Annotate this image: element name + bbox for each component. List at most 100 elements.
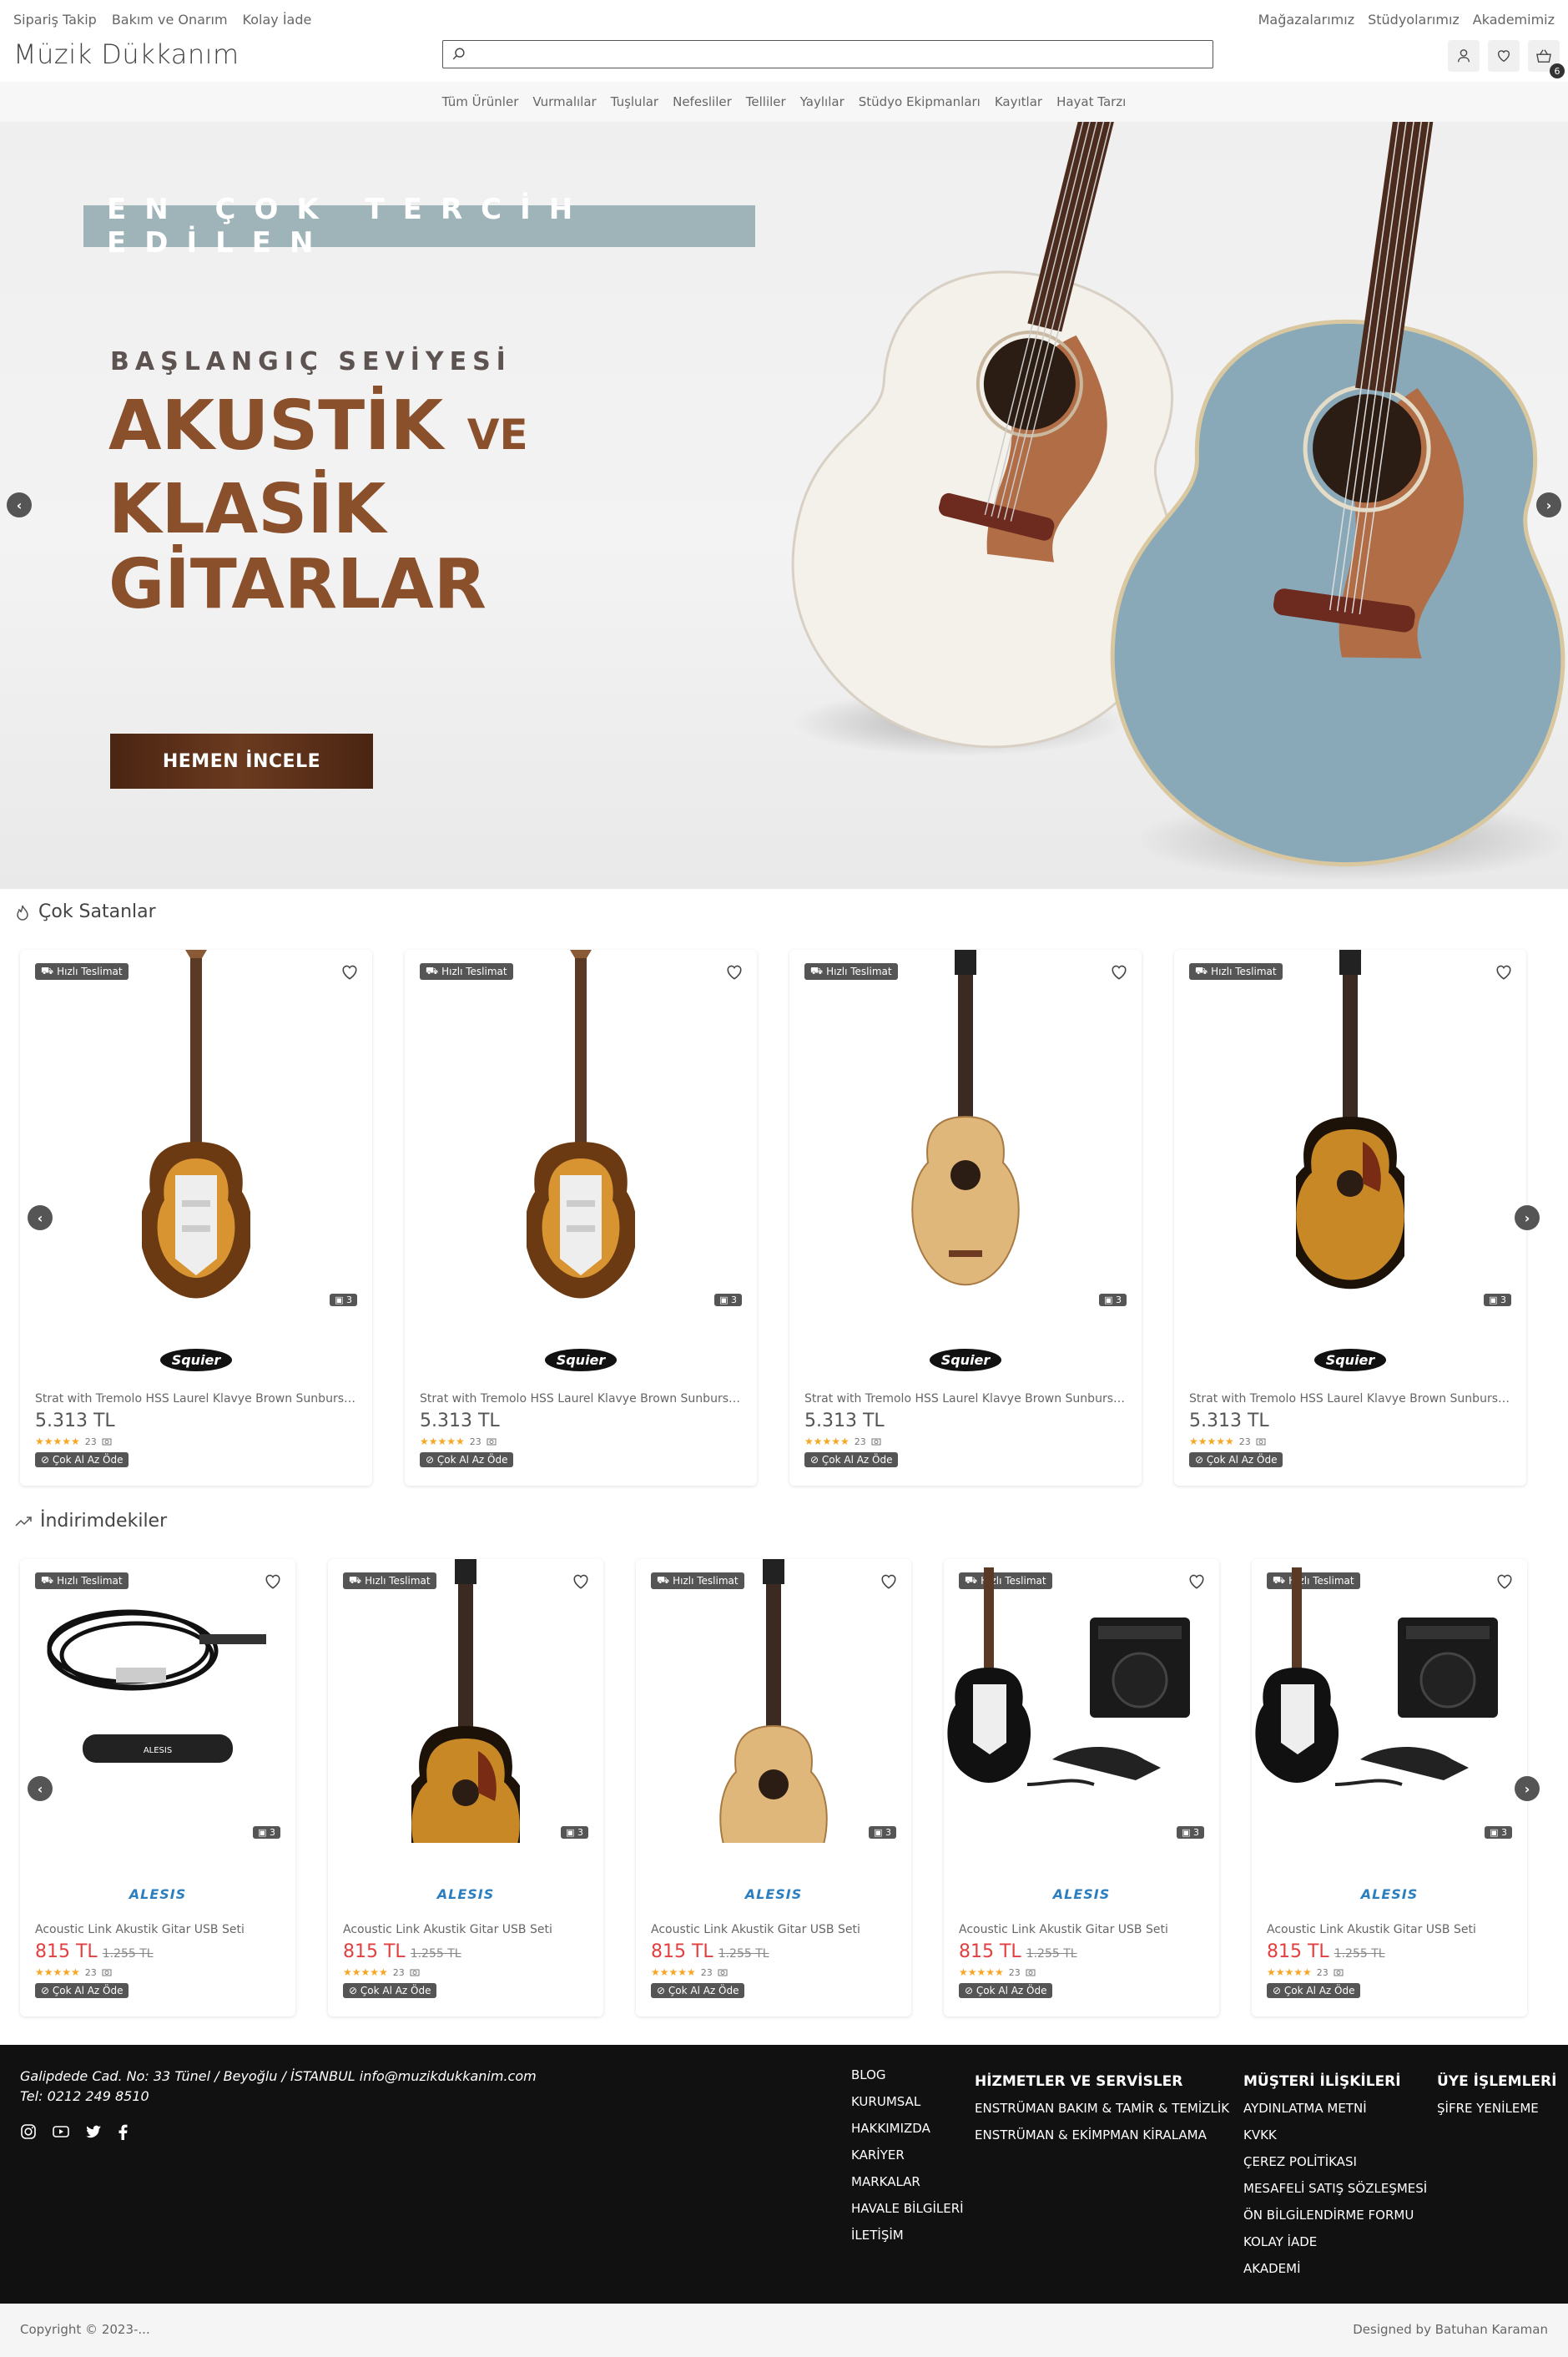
studios-link[interactable]: Stüdyolarımız	[1368, 12, 1460, 28]
youtube-icon[interactable]	[52, 2123, 70, 2140]
brand-logo[interactable]: ALESIS	[20, 1886, 295, 1902]
product-image[interactable]	[1174, 950, 1526, 1334]
product-title[interactable]: Acoustic Link Akustik Gitar USB Seti	[35, 1923, 280, 1936]
rating: ★★★★★ 23	[1267, 1966, 1344, 1978]
brand-logo[interactable]: ALESIS	[328, 1886, 603, 1902]
nav-bowed[interactable]: Yaylılar	[800, 94, 845, 109]
repair-link[interactable]: Bakım ve Onarım	[112, 12, 228, 28]
instagram-icon[interactable]	[20, 2123, 37, 2140]
hero-next-button[interactable]: ›	[1536, 492, 1561, 517]
account-button[interactable]	[1448, 40, 1480, 72]
product-title[interactable]: Acoustic Link Akustik Gitar USB Seti	[651, 1923, 896, 1936]
product-card[interactable]: ⛟ Hızlı Teslimat ▣ 3 ALESIS Acoustic Link Ak…	[636, 1559, 911, 2016]
order-tracking-link[interactable]: Sipariş Takip	[13, 12, 97, 28]
site-logo[interactable]: Müzik Dükkanım	[13, 38, 239, 70]
nav-wind[interactable]: Nefesliler	[673, 94, 732, 109]
product-title[interactable]: Acoustic Link Akustik Gitar USB Seti	[1267, 1923, 1512, 1936]
product-card[interactable]: ⛟ Hızlı Teslimat ▣ 3 ALESIS Acoustic Link Ak…	[944, 1559, 1219, 2016]
footer-col1-link-5[interactable]: HAVALE BİLGİLERİ	[851, 2195, 964, 2222]
cart-button[interactable]: 6	[1528, 40, 1565, 78]
nav-lifestyle[interactable]: Hayat Tarzı	[1056, 94, 1126, 109]
stores-link[interactable]: Mağazalarımız	[1258, 12, 1354, 28]
footer-col1-link-1[interactable]: KURUMSAL	[851, 2088, 964, 2115]
rating: ★★★★★ 23	[420, 1436, 497, 1447]
footer-col3-link-6[interactable]: AKADEMİ	[1243, 2255, 1427, 2282]
brand-logo[interactable]: ALESIS	[944, 1886, 1219, 1902]
product-card[interactable]: ⛟ Hızlı Teslimat ▣ 3 ALESIS Acoustic Link Ak…	[328, 1559, 603, 2016]
footer-col3-link-0[interactable]: AYDINLATMA METNİ	[1243, 2095, 1427, 2122]
search-input[interactable]	[442, 40, 1213, 68]
bestsellers-prev-button[interactable]: ‹	[28, 1205, 53, 1230]
product-title[interactable]: Strat with Tremolo HSS Laurel Klavye Bro…	[420, 1392, 742, 1406]
product-card[interactable]: ⛟ Hızlı Teslimat ▣ 3 Squier Strat with Tremo…	[405, 950, 757, 1486]
product-card[interactable]: ⛟ Hızlı Teslimat ▣ 3 Squier Strat with Tremo…	[1174, 950, 1526, 1486]
product-title[interactable]: Acoustic Link Akustik Gitar USB Seti	[343, 1923, 588, 1936]
chevron-left-icon: ‹	[37, 1780, 43, 1797]
nav-studio[interactable]: Stüdyo Ekipmanları	[859, 94, 981, 109]
installment-badge: ⊘ Çok Al Az Öde	[420, 1452, 514, 1467]
footer-col4-link-0[interactable]: ŞİFRE YENİLEME	[1437, 2095, 1556, 2122]
footer-col1-link-4[interactable]: MARKALAR	[851, 2168, 964, 2195]
rating-stars: ★★★★★	[959, 1966, 1004, 1978]
footer-col3-link-4[interactable]: ÖN BİLGİLENDİRME FORMU	[1243, 2202, 1427, 2228]
hero-prev-button[interactable]: ‹	[7, 492, 32, 517]
product-image[interactable]	[1252, 1559, 1527, 1843]
rating-stars: ★★★★★	[343, 1966, 388, 1978]
hero-line-1: AKUSTİK	[108, 386, 444, 466]
footer-col3-link-1[interactable]: KVKK	[1243, 2122, 1427, 2148]
wishlist-button[interactable]	[1488, 40, 1520, 72]
designer-credit: Designed by Batuhan Karaman	[1353, 2322, 1548, 2337]
product-card[interactable]: ⛟ Hızlı Teslimat ALESIS ▣ 3 ALESIS Acoustic L…	[20, 1559, 295, 2016]
nav-all-products[interactable]: Tüm Ürünler	[442, 94, 519, 109]
footer-col3-link-3[interactable]: MESAFELİ SATIŞ SÖZLEŞMESİ	[1243, 2175, 1427, 2202]
footer-col2-link-0[interactable]: ENSTRÜMAN BAKIM & TAMİR & TEMİZLİK	[975, 2095, 1229, 2122]
brand-logo[interactable]: ALESIS	[1252, 1886, 1527, 1902]
footer-col1-link-3[interactable]: KARİYER	[851, 2142, 964, 2168]
review-count: 23	[392, 1966, 405, 1978]
product-card[interactable]: ⛟ Hızlı Teslimat ▣ 3 Squier Strat with Tremo…	[789, 950, 1142, 1486]
easy-return-link[interactable]: Kolay İade	[243, 12, 312, 28]
product-title[interactable]: Acoustic Link Akustik Gitar USB Seti	[959, 1923, 1204, 1936]
twitter-icon[interactable]	[85, 2123, 102, 2140]
footer-col1-link-2[interactable]: HAKKIMIZDA	[851, 2115, 964, 2142]
brand-logo[interactable]: Squier	[405, 1349, 757, 1371]
brand-logo[interactable]: Squier	[789, 1349, 1142, 1371]
svg-text:ALESIS: ALESIS	[144, 1746, 172, 1755]
brand-logo[interactable]: Squier	[20, 1349, 372, 1371]
product-image[interactable]	[636, 1559, 911, 1843]
nav-keys[interactable]: Tuşlular	[611, 94, 658, 109]
product-title[interactable]: Strat with Tremolo HSS Laurel Klavye Bro…	[35, 1392, 357, 1406]
nav-strings[interactable]: Telliler	[746, 94, 786, 109]
hero-cta-button[interactable]: HEMEN İNCELE	[110, 734, 373, 789]
discounts-prev-button[interactable]: ‹	[28, 1776, 53, 1801]
product-image[interactable]	[328, 1559, 603, 1843]
footer-col2-link-1[interactable]: ENSTRÜMAN & EKİMPMAN KİRALAMA	[975, 2122, 1229, 2148]
hero-line-2: KLASİK	[108, 470, 386, 549]
product-image[interactable]: ALESIS	[20, 1559, 295, 1843]
academy-link[interactable]: Akademimiz	[1473, 12, 1555, 28]
product-title[interactable]: Strat with Tremolo HSS Laurel Klavye Bro…	[1189, 1392, 1511, 1406]
brand-logo[interactable]: ALESIS	[636, 1886, 911, 1902]
footer-col1-link-6[interactable]: İLETİŞİM	[851, 2222, 964, 2248]
product-image[interactable]	[405, 950, 757, 1334]
installment-badge: ⊘ Çok Al Az Öde	[1267, 1983, 1361, 1998]
nav-recordings[interactable]: Kayıtlar	[995, 94, 1042, 109]
footer-col1-link-0[interactable]: BLOG	[851, 2062, 964, 2088]
footer-col3-link-2[interactable]: ÇEREZ POLİTİKASI	[1243, 2148, 1427, 2175]
brand-logo[interactable]: Squier	[1174, 1349, 1526, 1371]
footer-customer-title: MÜŞTERİ İLİŞKİLERİ	[1243, 2073, 1401, 2090]
discounts-next-button[interactable]: ›	[1515, 1776, 1540, 1801]
camera-icon	[718, 1969, 728, 1976]
bestsellers-next-button[interactable]: ›	[1515, 1205, 1540, 1230]
product-image[interactable]	[20, 950, 372, 1334]
hero-banner[interactable]: EN ÇOK TERCİH EDİLEN BAŞLANGIÇ SEVİYESİ …	[0, 122, 1568, 889]
product-card[interactable]: ⛟ Hızlı Teslimat ▣ 3 Squier Strat with Tremo…	[20, 950, 372, 1486]
rating-stars: ★★★★★	[804, 1436, 850, 1447]
nav-percussion[interactable]: Vurmalılar	[532, 94, 596, 109]
product-title[interactable]: Strat with Tremolo HSS Laurel Klavye Bro…	[804, 1392, 1127, 1406]
footer-col3-link-5[interactable]: KOLAY İADE	[1243, 2228, 1427, 2255]
product-image[interactable]	[944, 1559, 1219, 1843]
product-image[interactable]	[789, 950, 1142, 1334]
facebook-icon[interactable]	[117, 2123, 129, 2140]
product-card[interactable]: ⛟ Hızlı Teslimat ▣ 3 ALESIS Acoustic Link Ak…	[1252, 1559, 1527, 2016]
